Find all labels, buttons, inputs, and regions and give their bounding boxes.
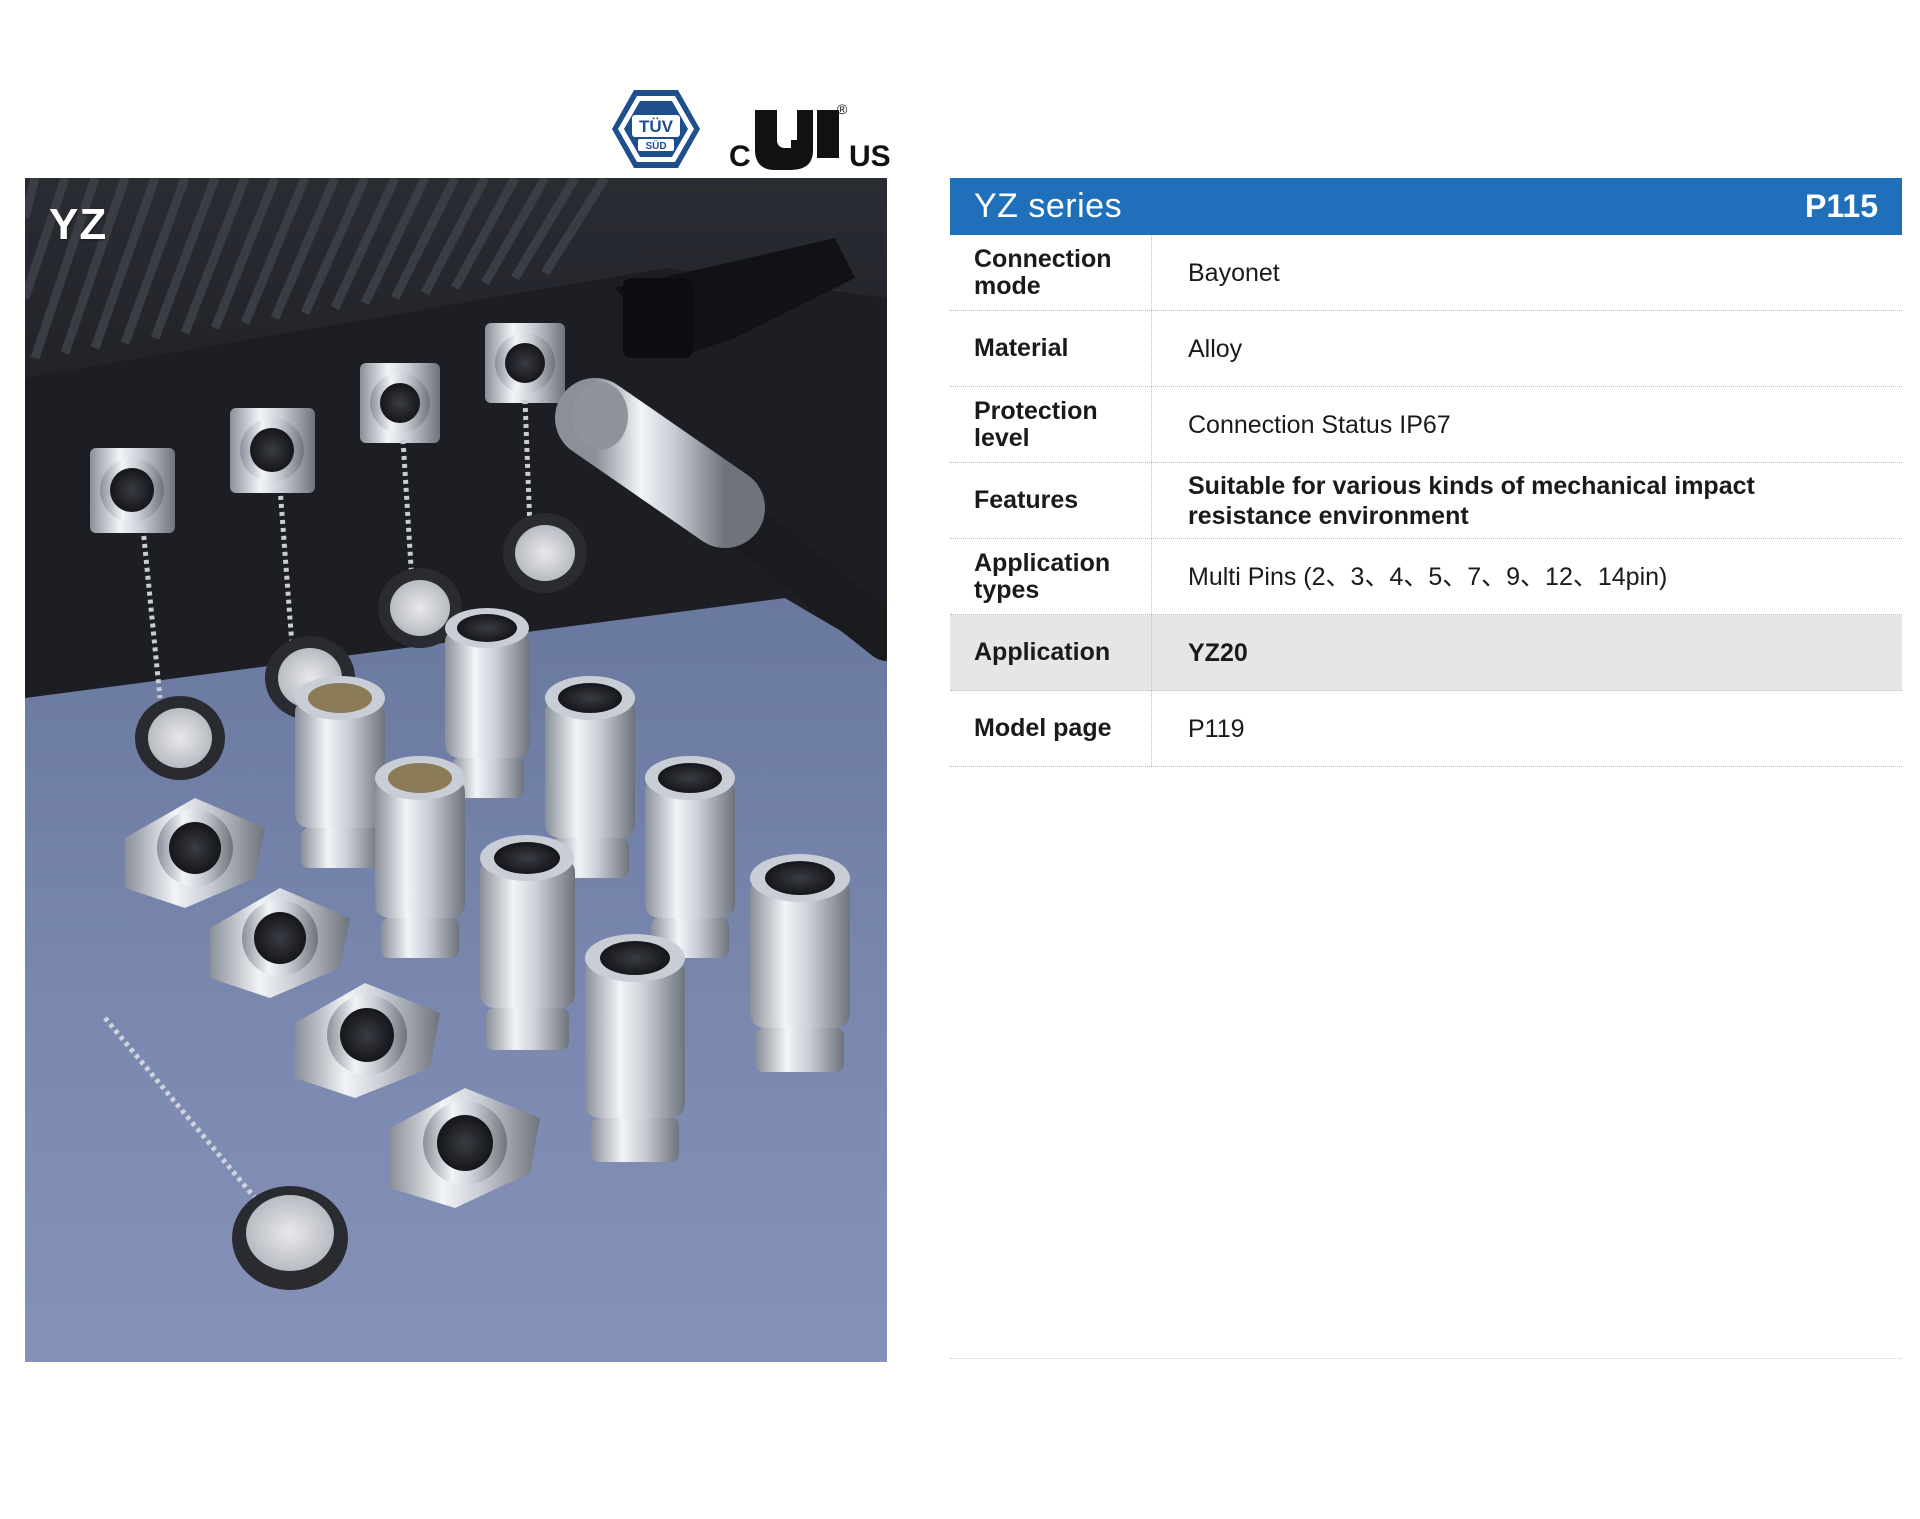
spec-row-model-page: Model page P119 — [950, 691, 1902, 767]
ul-logo-right-text: US — [849, 140, 890, 170]
spec-value: Suitable for various kinds of mechanical… — [1188, 471, 1755, 530]
spec-value: Alloy — [1188, 334, 1243, 363]
ul-registered-mark: ® — [837, 101, 848, 117]
product-photo: YZ — [25, 178, 887, 1362]
spec-value: YZ20 — [1188, 638, 1248, 667]
tuv-logo-top-text: TÜV — [639, 117, 674, 136]
spec-label: Connection mode — [950, 235, 1152, 310]
page-number: P115 — [1805, 188, 1878, 224]
spec-row-application-types: Application types Multi Pins (2、3、4、5、7、… — [950, 539, 1902, 615]
spec-label: Application — [950, 615, 1152, 690]
spec-row-material: Material Alloy — [950, 311, 1902, 387]
spec-label: Protection level — [950, 387, 1152, 462]
spec-label: Features — [950, 463, 1152, 538]
spec-row-application: Application YZ20 — [950, 615, 1902, 691]
spec-label: Model page — [950, 691, 1152, 766]
spec-row-features: Features Suitable for various kinds of m… — [950, 463, 1902, 539]
spec-row-protection-level: Protection level Connection Status IP67 — [950, 387, 1902, 463]
tuv-sud-logo-icon: TÜV SÜD — [612, 90, 700, 168]
connector-illustration — [25, 178, 887, 1290]
spec-label: Application types — [950, 539, 1152, 614]
spec-value: Bayonet — [1188, 258, 1280, 287]
spec-value: Multi Pins (2、3、4、5、7、9、12、14pin) — [1188, 562, 1668, 591]
tuv-logo-bottom-text: SÜD — [645, 139, 666, 152]
spec-row-connection-mode: Connection mode Bayonet — [950, 235, 1902, 311]
series-title: YZ series — [974, 187, 1123, 225]
series-label: YZ — [49, 200, 108, 249]
ul-logo-left-text: C — [729, 140, 751, 170]
bottom-divider — [950, 1358, 1902, 1359]
catalog-page: TÜV SÜD C US ® YZ YZ series P115 Connect… — [0, 0, 1920, 1519]
spec-value: Connection Status IP67 — [1188, 410, 1451, 439]
spec-value: P119 — [1188, 714, 1245, 743]
spec-table: YZ series P115 Connection mode Bayonet M… — [950, 178, 1902, 767]
spec-header: YZ series P115 — [950, 178, 1902, 235]
spec-label: Material — [950, 311, 1152, 386]
culus-logo-icon: C US ® — [729, 101, 890, 170]
